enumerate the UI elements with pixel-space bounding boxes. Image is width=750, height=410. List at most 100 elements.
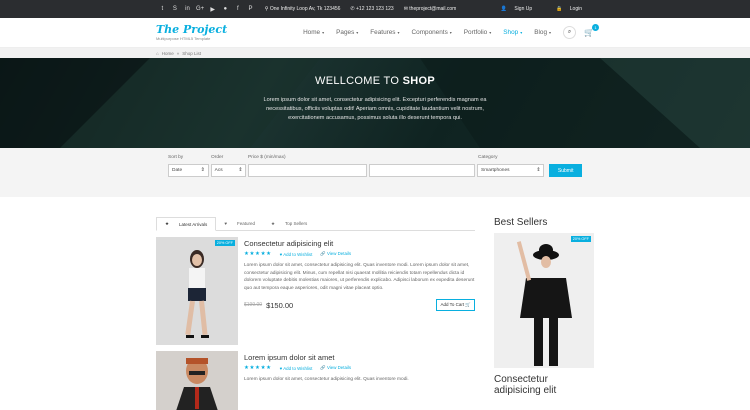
chevron-down-icon: ▾ — [449, 30, 452, 35]
chevron-down-icon: ▾ — [397, 30, 400, 35]
hero-title: WELLCOME TO SHOP — [315, 75, 435, 87]
nav-home[interactable]: Home ▾ — [297, 29, 330, 36]
main-nav: Home ▾ Pages ▾ Features ▾ Components ▾ Portf… — [297, 24, 599, 39]
nav-pages[interactable]: Pages ▾ — [330, 29, 364, 36]
nav-shop[interactable]: Shop ▾ — [497, 29, 528, 36]
nav-portfolio[interactable]: Portfolio ▾ — [458, 29, 497, 36]
updown-icon: ⇕ — [536, 168, 541, 173]
product-info: Consectetur adipisicing elit ★★★★★ ♥ Add… — [244, 237, 475, 345]
nav-features[interactable]: Features ▾ — [364, 29, 405, 36]
order-select[interactable]: Acs ⇕ — [210, 164, 247, 177]
product-title[interactable]: Consectetur adipisicing elit — [244, 239, 475, 248]
main-content: ★ Latest Arrivals ♥ Featured ★ Top Sellers … — [0, 217, 750, 410]
skype-icon[interactable]: S — [169, 0, 182, 18]
flickr-icon[interactable]: ● — [219, 0, 232, 18]
breadcrumb-home[interactable]: Home — [162, 51, 174, 56]
breadcrumb-separator: » — [176, 50, 180, 56]
home-icon: ⌂ — [156, 50, 159, 56]
updown-icon: ⇕ — [200, 168, 205, 173]
wishlist-link[interactable]: ♥ Add to Wishlist — [280, 366, 313, 371]
cart-icon: 🛒 — [465, 302, 471, 307]
model-photo — [494, 233, 594, 368]
cart-count-badge: 1 — [592, 24, 599, 31]
hero-banner: WELLCOME TO SHOP Lorem ipsum dolor sit a… — [0, 58, 750, 148]
order-label: Order — [211, 155, 224, 160]
heart-icon: ♥ — [224, 221, 227, 226]
cart-button[interactable]: 🛒 1 — [584, 24, 599, 37]
wishlist-link[interactable]: ♥ Add to Wishlist — [280, 252, 313, 257]
tab-top-sellers[interactable]: ★ Top Sellers — [263, 217, 315, 230]
sale-badge: 20% OFF — [570, 236, 591, 242]
product-tabs: ★ Latest Arrivals ♥ Featured ★ Top Sellers — [156, 217, 475, 231]
contact-info: ⚲ One Infinity Loop Av, Tk 123456 ✆ +12 … — [265, 6, 457, 12]
add-to-cart-button[interactable]: Add To Cart 🛒 — [436, 299, 475, 311]
rating-stars: ★★★★★ — [244, 365, 272, 371]
product-item: Lorem ipsum dolor sit amet ★★★★★ ♥ Add t… — [156, 351, 475, 410]
best-seller-title[interactable]: Consectetur adipisicing elit — [494, 374, 594, 396]
tab-featured[interactable]: ♥ Featured — [216, 217, 263, 230]
product-footer: $199.00 $150.00 Add To Cart 🛒 — [244, 299, 475, 311]
linkedin-icon[interactable]: in — [181, 0, 194, 18]
login-link[interactable]: 🔒 Login — [550, 3, 594, 15]
product-image[interactable]: 20% OFF — [156, 237, 238, 345]
nav-components[interactable]: Components ▾ — [406, 29, 458, 36]
product-meta: ★★★★★ ♥ Add to Wishlist 🔗 View Details — [244, 251, 475, 257]
phone-text: ✆ +12 123 123 123 — [350, 6, 394, 12]
search-icon[interactable]: ⌕ — [563, 26, 577, 39]
signup-link[interactable]: 👤 Sign Up — [495, 3, 544, 15]
logo-name: The Project — [156, 23, 228, 36]
view-details-link[interactable]: 🔗 View Details — [320, 365, 351, 371]
breadcrumb: ⌂ Home » Shop List — [0, 48, 750, 58]
star-icon: ★ — [271, 220, 276, 226]
sale-badge: 20% OFF — [214, 240, 235, 246]
chevron-down-icon: ▾ — [356, 30, 359, 35]
youtube-icon[interactable]: ▶ — [206, 0, 219, 18]
product-list-column: ★ Latest Arrivals ♥ Featured ★ Top Sellers … — [156, 217, 475, 410]
product-item: 20% OFF Consectetur adipisicing elit ★★★… — [156, 237, 475, 345]
header: The Project Multipurpose HTML5 Template … — [0, 18, 750, 48]
updown-icon: ⇕ — [238, 168, 243, 173]
facebook-icon[interactable]: f — [232, 0, 245, 18]
address-text: ⚲ One Infinity Loop Av, Tk 123456 — [264, 6, 341, 12]
twitter-icon[interactable]: t — [156, 0, 169, 18]
chevron-down-icon: ▾ — [322, 30, 325, 35]
model-photo — [156, 237, 238, 345]
view-details-link[interactable]: 🔗 View Details — [320, 251, 351, 257]
price-min-input[interactable] — [248, 164, 368, 177]
chevron-down-icon: ▾ — [549, 30, 552, 35]
star-icon: ★ — [165, 221, 170, 226]
auth-links: 👤 Sign Up 🔒 Login — [495, 3, 594, 15]
breadcrumb-current: Shop List — [182, 50, 202, 56]
product-description: Lorem ipsum dolor sit amet, consectetur … — [244, 263, 475, 291]
filter-bar: Sort by Order Price $ (min/max) Category… — [0, 148, 750, 197]
product-title[interactable]: Lorem ipsum dolor sit amet — [244, 353, 475, 362]
submit-button[interactable]: Submit — [549, 164, 583, 177]
product-meta: ★★★★★ ♥ Add to Wishlist 🔗 View Details — [244, 365, 475, 371]
nav-blog[interactable]: Blog ▾ — [528, 29, 557, 36]
rating-stars: ★★★★★ — [244, 251, 272, 257]
category-label: Category — [478, 155, 498, 160]
category-select[interactable]: Smartphones ⇕ — [477, 164, 545, 177]
price: $150.00 — [266, 300, 294, 310]
social-links: t S in G+ ▶ ● f P — [156, 0, 257, 18]
best-seller-image[interactable]: 20% OFF — [494, 233, 594, 368]
chevron-down-icon: ▾ — [520, 30, 523, 35]
email-text: ✉ theproject@mail.com — [403, 6, 457, 12]
hero-text: Lorem ipsum dolor sit amet, consectetur … — [263, 97, 487, 121]
top-bar: t S in G+ ▶ ● f P ⚲ One Infinity Loop Av… — [0, 0, 750, 18]
google-plus-icon[interactable]: G+ — [194, 0, 207, 18]
chevron-down-icon: ▾ — [489, 30, 492, 35]
sidebar-title: Best Sellers — [494, 217, 548, 228]
price-max-input[interactable] — [369, 164, 475, 177]
logo[interactable]: The Project Multipurpose HTML5 Template — [156, 24, 236, 41]
product-info: Lorem ipsum dolor sit amet ★★★★★ ♥ Add t… — [244, 351, 475, 410]
sort-label: Sort by — [168, 155, 184, 160]
pinterest-icon[interactable]: P — [244, 0, 257, 18]
tab-latest-arrivals[interactable]: ★ Latest Arrivals — [156, 217, 217, 231]
price-label: Price $ (min/max) — [248, 155, 286, 160]
best-sellers-sidebar: Best Sellers 20% OFF Consectetur adipisi… — [494, 217, 594, 410]
sort-select[interactable]: Date ⇕ — [168, 164, 209, 177]
product-image[interactable] — [156, 351, 238, 410]
product-description: Lorem ipsum dolor sit amet, consectetur … — [244, 377, 409, 382]
logo-tagline: Multipurpose HTML5 Template — [156, 36, 211, 41]
